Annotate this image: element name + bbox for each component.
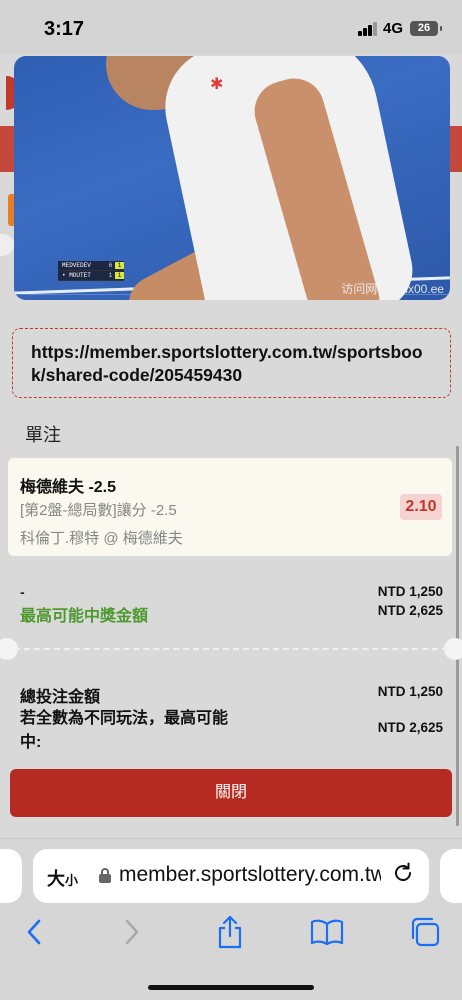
status-time: 3:17	[44, 18, 85, 40]
max-win-label: 最高可能中獎金額	[20, 608, 149, 625]
bet-selection: 梅德維夫 -2.5	[20, 479, 117, 496]
all-in-label: 若全數為不同玩法，最高可能中:	[20, 710, 229, 751]
dashed-divider	[14, 648, 448, 650]
bet-card: 梅德維夫 -2.5 [第2盤-總局數]讓分 -2.5 科倫丁.穆特 @ 梅德維夫…	[8, 458, 452, 556]
status-bar: 3:17 4G 26	[0, 0, 462, 54]
chevron-right-icon	[125, 919, 139, 945]
battery-icon: 26	[410, 21, 442, 36]
shirt-logo-icon: ✱	[210, 76, 224, 93]
previous-tab-peek[interactable]	[0, 849, 22, 903]
bet-match: 科倫丁.穆特 @ 梅德維夫	[20, 530, 183, 547]
background-nav-handle	[0, 234, 14, 256]
stake-amount: NTD 1,250	[377, 584, 443, 599]
live-video-player[interactable]: ✱ MEDVEDEV 6 1 • MOUTET 1 1 访问网址：hx00.ee	[14, 56, 450, 300]
share-button[interactable]	[212, 914, 248, 950]
bookmarks-button[interactable]	[309, 914, 345, 950]
stake-label: -	[20, 584, 25, 600]
cellular-signal-icon	[358, 22, 378, 36]
chevron-left-icon	[27, 919, 41, 945]
close-button[interactable]: 關閉	[10, 769, 452, 817]
address-bar[interactable]: 大小 member.sportslottery.com.tw	[33, 849, 429, 903]
bet-market: [第2盤-總局數]讓分 -2.5	[20, 502, 177, 519]
tabs-icon	[411, 917, 440, 947]
book-icon	[310, 919, 344, 946]
next-tab-peek[interactable]	[440, 849, 462, 903]
share-icon	[218, 915, 242, 949]
scoreboard-row: • MOUTET 1 1	[58, 271, 124, 281]
tv-scoreboard: MEDVEDEV 6 1 • MOUTET 1 1	[58, 261, 124, 281]
max-win-amount: NTD 2,625	[377, 603, 443, 618]
forward-button[interactable]	[114, 914, 150, 950]
shared-code-link[interactable]: https://member.sportslottery.com.tw/spor…	[12, 328, 451, 398]
all-in-amount: NTD 2,625	[377, 720, 443, 735]
bet-type-title: 單注	[25, 425, 61, 445]
total-stake-amount: NTD 1,250	[377, 684, 443, 699]
reload-icon[interactable]	[391, 861, 415, 892]
tabs-button[interactable]	[407, 914, 443, 950]
lock-icon	[99, 868, 111, 883]
odds-badge: 2.10	[400, 494, 442, 520]
total-stake-label: 總投注金額	[20, 689, 101, 706]
text-size-button[interactable]: 大小	[47, 865, 78, 891]
url-text[interactable]: member.sportslottery.com.tw	[119, 863, 381, 889]
scoreboard-row: MEDVEDEV 6 1	[58, 261, 124, 271]
home-indicator	[148, 985, 314, 990]
video-watermark: 访问网址：hx00.ee	[341, 282, 444, 296]
back-button[interactable]	[16, 914, 52, 950]
scrollbar[interactable]	[456, 446, 459, 826]
network-type: 4G	[383, 20, 404, 37]
